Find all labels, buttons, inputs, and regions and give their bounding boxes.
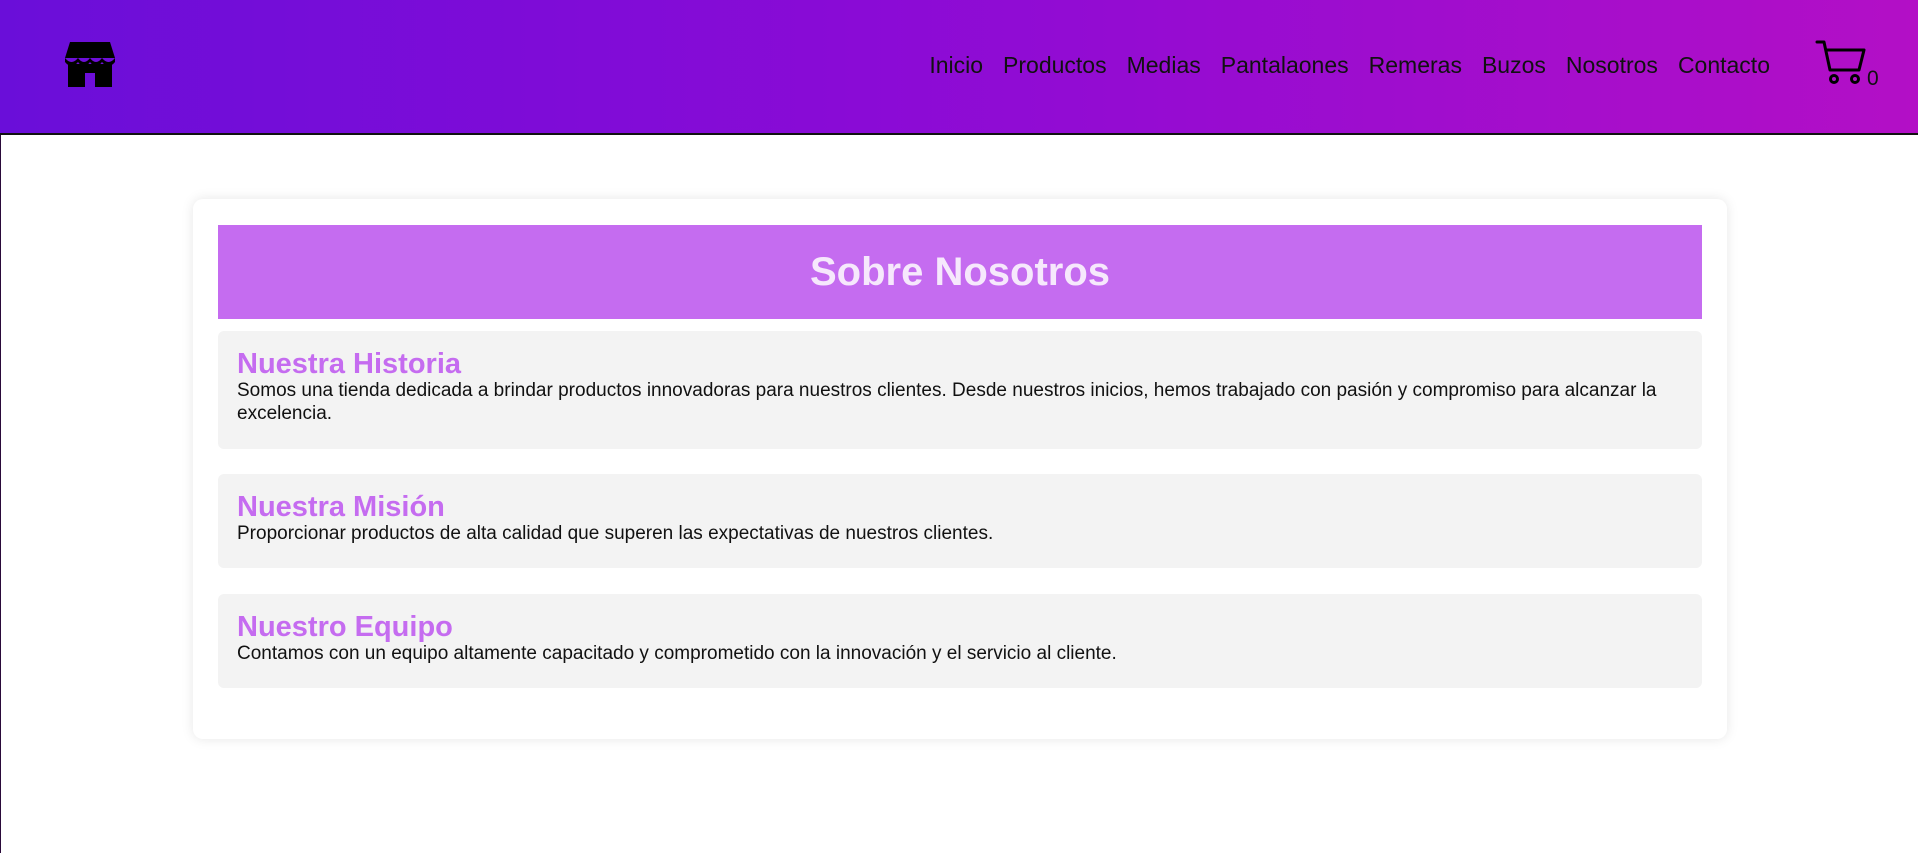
- section-text: Somos una tienda dedicada a brindar prod…: [237, 380, 1657, 424]
- section-text: Proporcionar productos de alta calidad q…: [237, 523, 994, 544]
- section-heading: Nuestro Equipo: [237, 611, 453, 643]
- nav-pantalones[interactable]: Pantalaones: [1221, 50, 1349, 80]
- cart-button[interactable]: 0: [1815, 38, 1887, 92]
- page-title: Sobre Nosotros: [218, 225, 1702, 319]
- nav-inicio[interactable]: Inicio: [929, 50, 983, 80]
- nav-contacto[interactable]: Contacto: [1678, 50, 1770, 80]
- section-mision: Nuestra Misión Proporcionar productos de…: [218, 474, 1702, 568]
- section-equipo: Nuestro Equipo Contamos con un equipo al…: [218, 594, 1702, 688]
- nav-remeras[interactable]: Remeras: [1369, 50, 1462, 80]
- section-heading: Nuestra Historia: [237, 348, 462, 380]
- cart-icon: [1815, 40, 1866, 84]
- nav-nosotros[interactable]: Nosotros: [1566, 50, 1658, 80]
- site-header: Inicio Productos Medias Pantalaones Reme…: [0, 0, 1918, 135]
- nav-productos[interactable]: Productos: [1003, 50, 1107, 80]
- section-text: Contamos con un equipo altamente capacit…: [237, 643, 1117, 664]
- section-historia: Nuestra Historia Somos una tienda dedica…: [218, 331, 1702, 449]
- nav-buzos[interactable]: Buzos: [1482, 50, 1546, 80]
- cart-count: 0: [1867, 67, 1879, 90]
- nav-medias[interactable]: Medias: [1127, 50, 1201, 80]
- about-card: Sobre Nosotros Nuestra Historia Somos un…: [193, 199, 1727, 739]
- store-icon[interactable]: [64, 40, 116, 88]
- main-nav: Inicio Productos Medias Pantalaones Reme…: [909, 50, 1770, 80]
- section-heading: Nuestra Misión: [237, 491, 445, 523]
